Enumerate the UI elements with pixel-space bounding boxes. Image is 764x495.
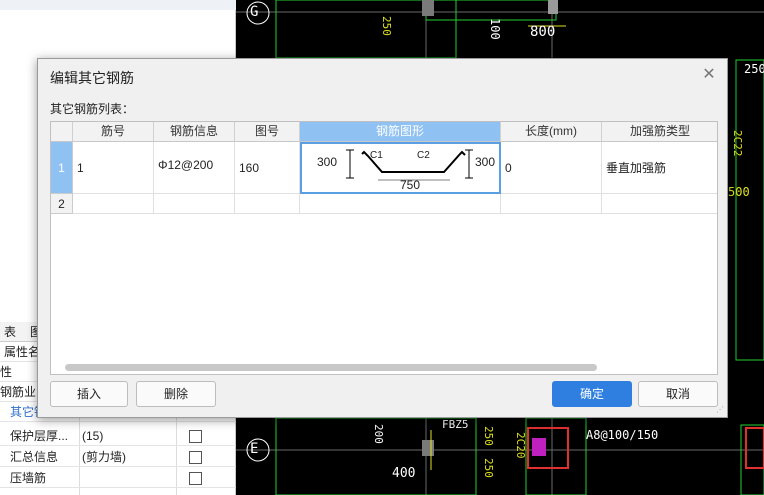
dimension-label: 800 — [530, 24, 556, 40]
cell-length[interactable]: 0 — [501, 142, 602, 194]
column-header-jinhao[interactable]: 筋号 — [73, 122, 154, 142]
table-corner — [51, 122, 73, 142]
axis-label-g: G — [250, 4, 259, 20]
horizontal-scrollbar[interactable] — [65, 364, 597, 371]
cell-info[interactable] — [154, 194, 235, 214]
cell-tuhao[interactable] — [235, 194, 300, 214]
property-row[interactable]: 保护层厚... (15) — [0, 426, 236, 446]
property-name: 汇总信息 — [10, 450, 59, 464]
dimension-label: 250 — [482, 426, 495, 446]
delete-button[interactable]: 删除 — [136, 381, 216, 407]
ok-button[interactable]: 确定 — [552, 381, 632, 407]
tab-table[interactable]: 表 — [0, 322, 20, 342]
shape-left-dim: 300 — [317, 155, 338, 169]
cell-shape[interactable]: 300 300 C1 C2 750 — [300, 142, 501, 194]
rebar-label: 2C20 — [514, 432, 527, 459]
dimension-label: 100 — [488, 18, 502, 40]
property-value[interactable]: (剪力墙) — [82, 447, 126, 467]
resize-grip-icon[interactable]: ⋰ — [716, 406, 724, 414]
property-checkbox[interactable] — [189, 451, 202, 464]
shape-right-dim: 300 — [475, 155, 496, 169]
axis-label-e: E — [250, 441, 259, 457]
shape-c2-label: C2 — [417, 150, 430, 161]
dimension-label: 200 — [372, 424, 385, 444]
dimension-label: 250 — [744, 62, 764, 76]
property-name: 属性名 — [4, 345, 41, 359]
cell-jinhao[interactable]: 1 — [73, 142, 154, 194]
insert-button[interactable]: 插入 — [50, 381, 128, 407]
dialog-title: 编辑其它钢筋 — [50, 70, 134, 86]
cell-type[interactable] — [602, 194, 717, 214]
dimension-label: 500 — [728, 185, 750, 199]
column-header-shape[interactable]: 钢筋图形 — [300, 122, 501, 142]
column-header-tuhao[interactable]: 图号 — [235, 122, 300, 142]
column-header-length[interactable]: 长度(mm) — [501, 122, 602, 142]
property-name: 压墙筋 — [10, 471, 47, 485]
rebar-label: 2C22 — [731, 130, 744, 157]
list-label: 其它钢筋列表： — [50, 102, 135, 116]
close-icon[interactable]: ✕ — [701, 67, 717, 83]
cancel-button[interactable]: 取消 — [638, 381, 718, 407]
edit-other-rebar-dialog: 编辑其它钢筋 ✕ 其它钢筋列表： 筋号 钢筋信息 图号 钢筋图形 长度(mm) … — [37, 58, 728, 418]
property-value[interactable]: (15) — [82, 426, 103, 446]
shape-bottom-dim: 750 — [400, 178, 421, 192]
rebar-label: A8@100/150 — [586, 428, 659, 442]
cell-info[interactable]: Φ12@200 — [154, 142, 235, 194]
property-name: 保护层厚... — [10, 429, 69, 443]
cell-type[interactable]: 垂直加强筋 — [602, 142, 717, 194]
panel-header — [0, 0, 236, 10]
column-header-type[interactable]: 加强筋类型 — [602, 122, 717, 142]
shape-c1-label: C1 — [370, 150, 383, 161]
component-label: FBZ5 — [442, 418, 469, 431]
cell-tuhao[interactable]: 160 — [235, 142, 300, 194]
cell-shape[interactable] — [300, 194, 501, 214]
row-header[interactable]: 1 — [51, 142, 73, 194]
cell-jinhao[interactable] — [73, 194, 154, 214]
property-row[interactable]: 压墙筋 — [0, 468, 236, 488]
property-name: 性 — [0, 365, 13, 379]
column-header-info[interactable]: 钢筋信息 — [154, 122, 235, 142]
row-header[interactable]: 2 — [51, 194, 73, 214]
dimension-label: 250 — [380, 16, 393, 36]
rebar-table: 筋号 钢筋信息 图号 钢筋图形 长度(mm) 加强筋类型 1 1 Φ12@200… — [50, 121, 718, 375]
property-checkbox[interactable] — [189, 472, 202, 485]
property-checkbox[interactable] — [189, 430, 202, 443]
dimension-label: 400 — [392, 466, 416, 481]
cell-length[interactable] — [501, 194, 602, 214]
property-name: 钢筋业 — [0, 385, 37, 399]
property-row[interactable]: 汇总信息 (剪力墙) — [0, 447, 236, 467]
dimension-label: 250 — [482, 458, 495, 478]
